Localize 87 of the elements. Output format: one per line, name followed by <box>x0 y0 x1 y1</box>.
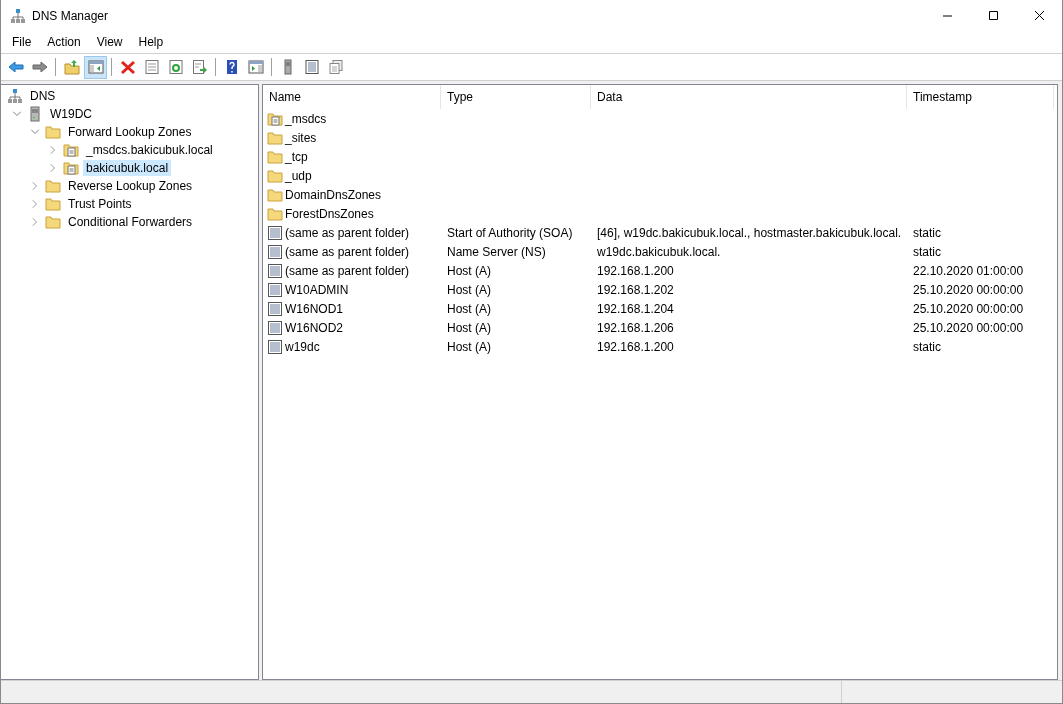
table-cell: ForestDnsZones <box>285 206 374 221</box>
table-cell: (same as parent folder) <box>285 263 410 278</box>
table-cell-text: [46], w19dc.bakicubuk.local., hostmaster.bakicubuk.local. <box>596 224 903 242</box>
list-icon <box>303 59 320 75</box>
table-cell: W16NOD2 <box>285 320 343 335</box>
table-cell-text: 25.10.2020 00:00:00 <box>912 281 1025 299</box>
network-icon <box>7 88 23 104</box>
table-cell: W16NOD1 <box>285 301 343 316</box>
copy-list-icon <box>327 59 344 75</box>
tree-item[interactable]: _msdcs.bakicubuk.local <box>83 142 216 158</box>
folder-up-icon <box>63 59 80 75</box>
table-cell-text: Host (A) <box>446 319 492 337</box>
delete-icon <box>119 59 136 75</box>
maximize-icon <box>987 10 999 21</box>
console-tree-button[interactable] <box>84 55 107 79</box>
app-icon <box>10 7 26 24</box>
zone-folder-icon <box>63 160 79 176</box>
zone-folder-icon <box>267 110 283 127</box>
column-header[interactable]: Timestamp <box>907 85 1054 109</box>
tree-item[interactable]: Conditional Forwarders <box>65 214 196 230</box>
table-cell: (same as parent folder) <box>285 225 410 240</box>
table-cell: w19dc <box>285 339 320 354</box>
folder-icon <box>267 186 283 203</box>
table-cell-text: 25.10.2020 00:00:00 <box>912 319 1025 337</box>
table-cell-text: static <box>912 338 942 356</box>
record-icon <box>267 262 283 279</box>
table-cell: _msdcs <box>285 111 327 126</box>
folder-icon <box>267 148 283 165</box>
menu-item[interactable]: Help <box>130 33 172 51</box>
table-cell-text: static <box>912 243 942 261</box>
table-cell-text: w19dc.bakicubuk.local. <box>596 243 722 261</box>
folder-icon <box>45 124 61 140</box>
export-list-icon <box>191 59 208 75</box>
record-icon <box>267 243 283 260</box>
window-title: DNS Manager <box>32 8 110 23</box>
tree-item[interactable]: Trust Points <box>65 196 135 212</box>
table-cell: _tcp <box>285 149 308 164</box>
record-icon <box>267 319 283 336</box>
table-cell-text: 192.168.1.202 <box>596 281 675 299</box>
record-icon <box>267 224 283 241</box>
console-tree-icon <box>87 59 104 75</box>
column-header[interactable]: Data <box>591 85 907 109</box>
column-header[interactable]: Name <box>263 85 441 109</box>
menu-item[interactable]: File <box>4 33 40 51</box>
refresh-icon <box>167 59 184 75</box>
table-cell-text: 192.168.1.206 <box>596 319 675 337</box>
record-icon <box>267 300 283 317</box>
back-arrow-icon <box>7 59 24 75</box>
table-cell-text: 192.168.1.200 <box>596 262 675 280</box>
folder-icon <box>45 196 61 212</box>
action-pane-icon <box>247 59 264 75</box>
table-cell-text: Host (A) <box>446 338 492 356</box>
table-cell: W10ADMIN <box>285 282 349 297</box>
zone-folder-icon <box>63 142 79 158</box>
properties-icon <box>143 59 160 75</box>
folder-icon <box>45 214 61 230</box>
menu-item[interactable]: View <box>88 33 131 51</box>
table-cell: _udp <box>285 168 312 183</box>
forward-arrow-icon <box>31 59 48 75</box>
column-header[interactable]: Type <box>441 85 591 109</box>
table-cell-text: 192.168.1.200 <box>596 338 675 356</box>
table-cell: (same as parent folder) <box>285 244 410 259</box>
folder-icon <box>45 178 61 194</box>
table-cell-text: 192.168.1.204 <box>596 300 675 318</box>
close-icon <box>1033 10 1045 21</box>
tree-item[interactable]: Forward Lookup Zones <box>65 124 195 140</box>
table-cell-text: 25.10.2020 00:00:00 <box>912 300 1025 318</box>
menu-item[interactable]: Action <box>39 33 89 51</box>
tree-item[interactable]: W19DC <box>47 106 95 122</box>
tree-item[interactable]: bakicubuk.local <box>83 160 172 176</box>
folder-icon <box>267 205 283 222</box>
table-cell-text: 22.10.2020 01:00:00 <box>912 262 1025 280</box>
tree-item[interactable]: DNS <box>27 88 59 104</box>
table-cell-text: Start of Authority (SOA) <box>446 224 574 242</box>
tree-item[interactable]: Reverse Lookup Zones <box>65 178 196 194</box>
folder-icon <box>267 129 283 146</box>
record-icon <box>267 338 283 355</box>
table-cell: DomainDnsZones <box>285 187 382 202</box>
server-icon <box>27 106 43 122</box>
record-icon <box>267 281 283 298</box>
folder-icon <box>267 167 283 184</box>
table-cell-text: Name Server (NS) <box>446 243 547 261</box>
table-cell: _sites <box>285 130 317 145</box>
table-cell-text: Host (A) <box>446 300 492 318</box>
table-cell-text: Host (A) <box>446 262 492 280</box>
table-cell-text: Host (A) <box>446 281 492 299</box>
table-cell-text: static <box>912 224 942 242</box>
